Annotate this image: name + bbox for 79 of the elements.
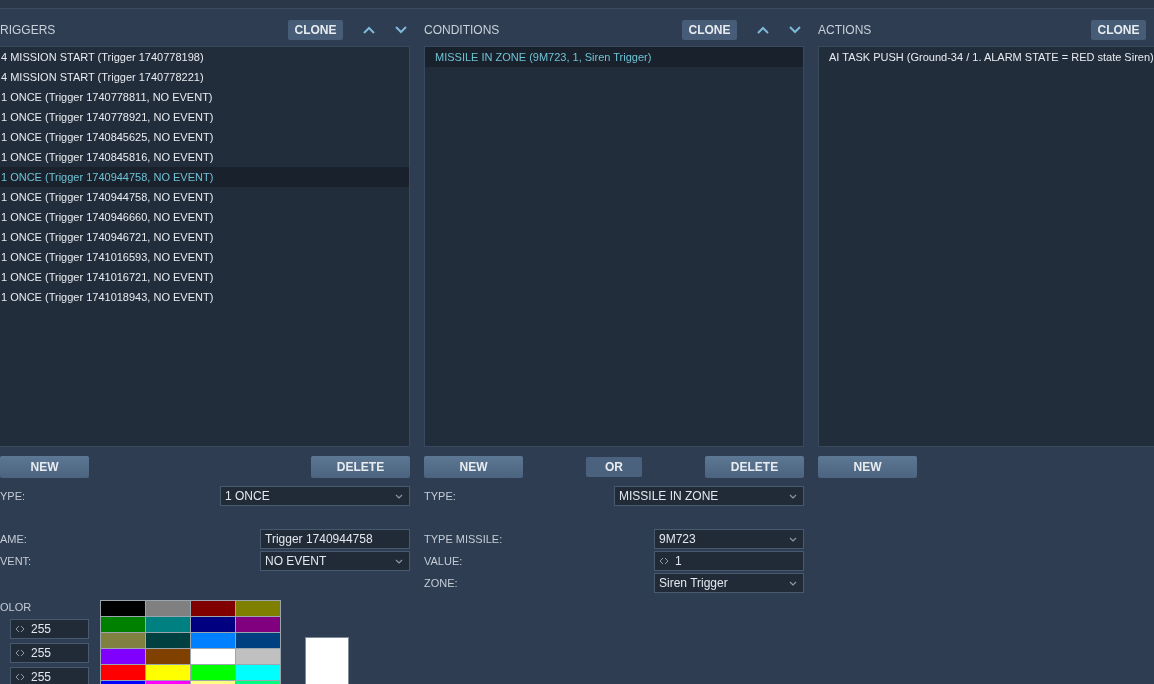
chevron-down-icon [395, 493, 403, 499]
dropdown[interactable]: NO EVENT [260, 551, 410, 571]
color-swatch[interactable] [101, 617, 145, 632]
color-swatch[interactable] [101, 649, 145, 664]
action-button[interactable]: NEW [0, 456, 89, 478]
type-dropdown[interactable]: 1 ONCE [220, 486, 410, 506]
field-label: TYPE MISSILE: [424, 533, 503, 545]
action-button[interactable]: DELETE [311, 456, 410, 478]
list-item[interactable]: 1 ONCE (Trigger 1740778811, NO EVENT) [0, 87, 409, 107]
spinner-arrows-icon[interactable] [15, 673, 25, 681]
color-preview [305, 637, 349, 684]
spinner-arrows-icon[interactable] [659, 557, 669, 565]
color-swatch[interactable] [236, 665, 280, 680]
color-swatch[interactable] [146, 633, 190, 648]
chevron-down-icon [789, 493, 797, 499]
list-item[interactable]: 1 ONCE (Trigger 1740778921, NO EVENT) [0, 107, 409, 127]
color-swatch[interactable] [101, 601, 145, 616]
panel-title: ACTIONS [818, 23, 873, 37]
list-item[interactable]: 1 ONCE (Trigger 1741018943, NO EVENT) [0, 287, 409, 307]
color-swatch[interactable] [146, 601, 190, 616]
color-swatch[interactable] [146, 617, 190, 632]
color-swatch[interactable] [191, 601, 235, 616]
field-label: VALUE: [424, 555, 463, 567]
dropdown[interactable]: Siren Trigger [654, 573, 804, 593]
clone-button[interactable]: CLONE [288, 20, 343, 40]
spinner-arrows-icon[interactable] [15, 649, 25, 657]
chevron-down-icon [789, 580, 797, 586]
chevron-down-icon[interactable] [395, 26, 407, 34]
chevron-down-icon [395, 558, 403, 564]
number-spinner[interactable]: 255 [10, 643, 89, 663]
list-item[interactable]: 1 ONCE (Trigger 1740946721, NO EVENT) [0, 227, 409, 247]
number-spinner[interactable]: 255 [10, 619, 89, 639]
list-item[interactable]: 1 ONCE (Trigger 1740944758, NO EVENT) [0, 187, 409, 207]
action-button[interactable]: OR [586, 457, 642, 477]
action-button[interactable]: NEW [424, 456, 523, 478]
list-item[interactable]: 1 ONCE (Trigger 1740944758, NO EVENT) [0, 167, 409, 187]
chevron-down-icon[interactable] [789, 26, 801, 34]
list-item[interactable]: MISSILE IN ZONE (9M723, 1, Siren Trigger) [425, 47, 803, 67]
color-swatch[interactable] [236, 601, 280, 616]
list-item[interactable]: 1 ONCE (Trigger 1740845625, NO EVENT) [0, 127, 409, 147]
clone-button[interactable]: CLONE [1091, 20, 1146, 40]
clone-button[interactable]: CLONE [682, 20, 737, 40]
list-item[interactable]: 4 MISSION START (Trigger 1740778221) [0, 67, 409, 87]
field-label: VENT: [0, 555, 32, 567]
list-item[interactable]: 1 ONCE (Trigger 1740845816, NO EVENT) [0, 147, 409, 167]
color-swatch[interactable] [236, 617, 280, 632]
color-swatch[interactable] [236, 633, 280, 648]
text-field[interactable]: Trigger 1740944758 [260, 529, 410, 549]
list-item[interactable]: 4 MISSION START (Trigger 1740778198) [0, 47, 409, 67]
panel-title: CONDITIONS [424, 23, 501, 37]
chevron-down-icon [789, 536, 797, 542]
field-label: TYPE: [424, 490, 456, 502]
color-swatch[interactable] [191, 665, 235, 680]
color-swatch[interactable] [146, 665, 190, 680]
number-spinner[interactable]: 255 [10, 667, 89, 684]
spinner-arrows-icon[interactable] [15, 625, 25, 633]
field-label: YPE: [0, 490, 26, 502]
list-item[interactable]: AI TASK PUSH (Ground-34 / 1. ALARM STATE = RED state Siren) [819, 47, 1154, 67]
action-button[interactable]: DELETE [705, 456, 804, 478]
color-label: OLOR [0, 600, 33, 615]
color-swatch[interactable] [146, 649, 190, 664]
color-swatch[interactable] [236, 649, 280, 664]
list-item[interactable]: 1 ONCE (Trigger 1741016721, NO EVENT) [0, 267, 409, 287]
action-button[interactable]: NEW [818, 456, 917, 478]
field-label: ZONE: [424, 577, 458, 589]
field-label: AME: [0, 533, 27, 545]
chevron-up-icon[interactable] [757, 26, 769, 34]
color-swatch[interactable] [191, 649, 235, 664]
number-spinner[interactable]: 1 [654, 551, 804, 571]
type-dropdown[interactable]: MISSILE IN ZONE [614, 486, 804, 506]
color-swatch[interactable] [101, 665, 145, 680]
dropdown[interactable]: 9M723 [654, 529, 804, 549]
list-item[interactable]: 1 ONCE (Trigger 1741016593, NO EVENT) [0, 247, 409, 267]
panel-title: RIGGERS [0, 23, 57, 37]
color-swatch[interactable] [101, 633, 145, 648]
color-swatch[interactable] [191, 617, 235, 632]
list-item[interactable]: 1 ONCE (Trigger 1740946660, NO EVENT) [0, 207, 409, 227]
color-swatch[interactable] [191, 633, 235, 648]
chevron-up-icon[interactable] [363, 26, 375, 34]
